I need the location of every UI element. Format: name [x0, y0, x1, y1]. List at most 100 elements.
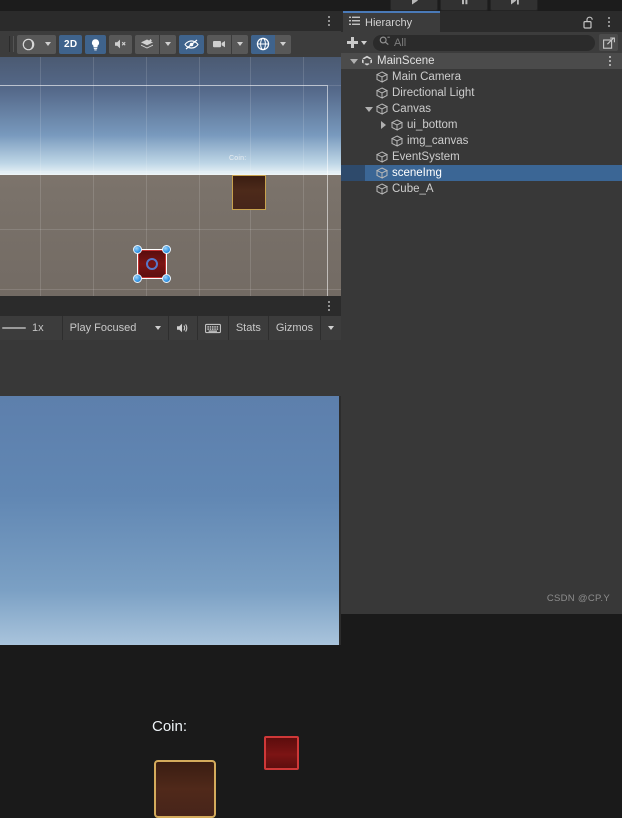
hierarchy-row-label: Canvas — [392, 103, 431, 115]
padlock-open-icon[interactable] — [583, 16, 594, 32]
toolbar-divider — [9, 36, 10, 52]
expand-arrow-icon[interactable] — [347, 58, 360, 64]
effects-dropdown[interactable] — [160, 35, 176, 54]
game-scale-slider[interactable]: 1x — [0, 322, 62, 334]
playmode-controls — [390, 0, 538, 11]
expand-arrow-icon[interactable] — [377, 121, 390, 129]
hierarchy-tree[interactable]: MainScene Main Camera Directional Light Can… — [341, 53, 622, 614]
pause-button[interactable] — [440, 0, 488, 11]
hierarchy-row-label: Cube_A — [392, 183, 434, 195]
scene-tab-row — [0, 11, 341, 31]
hierarchy-row-label: sceneImg — [392, 167, 442, 179]
scale-value-label: 1x — [32, 322, 44, 334]
gameobject-cube-icon — [375, 71, 389, 83]
hierarchy-row-cube-a[interactable]: Cube_A — [341, 181, 622, 197]
gameobject-cube-icon — [375, 151, 389, 163]
scene-coin-label: Coin: — [229, 155, 247, 162]
toggle-2d-button[interactable]: 2D — [59, 34, 83, 54]
toggle-hidden-objects-button[interactable] — [179, 34, 205, 54]
scene-viewport[interactable]: Coin: — [0, 57, 341, 296]
kebab-menu-icon[interactable] — [323, 14, 335, 28]
shaded-sphere-icon[interactable] — [17, 35, 40, 54]
resize-handle-bottom-right[interactable] — [162, 274, 171, 283]
hierarchy-row-main-camera[interactable]: Main Camera — [341, 69, 622, 85]
gameobject-cube-icon — [375, 167, 389, 179]
kebab-menu-icon[interactable] — [323, 299, 335, 313]
hierarchy-row-img-canvas[interactable]: img_canvas — [341, 133, 622, 149]
game-red-image — [264, 736, 299, 770]
scene-gizmos-control[interactable] — [251, 34, 292, 54]
hierarchy-row-sceneimg[interactable]: sceneImg — [341, 165, 622, 181]
scene-panel: 2D Coin: — [0, 11, 341, 296]
hierarchy-row-label: Directional Light — [392, 87, 475, 99]
game-coin-image — [154, 760, 216, 818]
hierarchy-tab-label: Hierarchy — [365, 16, 413, 29]
hierarchy-row-label: MainScene — [377, 55, 435, 67]
chevron-down-icon — [237, 42, 244, 46]
hierarchy-row-label: ui_bottom — [407, 119, 458, 131]
hierarchy-tab-row: Hierarchy — [341, 11, 622, 32]
play-button[interactable] — [390, 0, 438, 11]
search-input[interactable]: All — [373, 34, 595, 51]
game-tab-row — [0, 296, 341, 316]
scene-coin-image[interactable] — [232, 175, 266, 210]
toggle-audio-button[interactable] — [109, 34, 133, 54]
expand-arrow-icon[interactable] — [362, 106, 375, 112]
hierarchy-row-canvas[interactable]: Canvas — [341, 101, 622, 117]
step-button[interactable] — [490, 0, 538, 11]
resize-handle-top-right[interactable] — [162, 245, 171, 254]
hierarchy-row-eventsystem[interactable]: EventSystem — [341, 149, 622, 165]
gameobject-cube-icon — [390, 119, 404, 131]
gameobject-cube-icon — [375, 103, 389, 115]
hierarchy-row-ui-bottom[interactable]: ui_bottom — [341, 117, 622, 133]
mute-audio-button[interactable] — [169, 316, 197, 340]
hierarchy-row-label: img_canvas — [407, 135, 469, 147]
keyboard-icon[interactable] — [198, 316, 228, 340]
scene-view-toolbar: 2D — [0, 31, 341, 57]
hierarchy-menu-icon[interactable] — [604, 15, 614, 28]
scene-selected-object[interactable] — [133, 245, 171, 283]
gizmos-dropdown[interactable] — [321, 316, 341, 340]
selection-indent-strip — [341, 165, 365, 181]
game-viewport[interactable] — [0, 396, 341, 645]
unity-scene-icon — [360, 55, 374, 67]
game-panel-spacer — [0, 340, 341, 396]
scale-slider-track[interactable] — [2, 327, 26, 329]
hierarchy-row-label: EventSystem — [392, 151, 460, 163]
watermark-text: CSDN @CP.Y — [546, 593, 610, 604]
chevron-down-icon — [45, 42, 51, 46]
camera-icon[interactable] — [207, 35, 231, 54]
effects-control[interactable] — [135, 34, 177, 54]
effects-layers-icon[interactable] — [135, 35, 159, 54]
hierarchy-row-directional-light[interactable]: Directional Light — [341, 85, 622, 101]
pivot-handle-icon[interactable] — [146, 258, 158, 270]
shading-mode-control[interactable] — [17, 34, 56, 54]
play-mode-dropdown[interactable]: Play Focused — [63, 316, 168, 340]
hierarchy-search-row: All — [341, 32, 622, 53]
scene-gizmo-icon[interactable] — [251, 34, 276, 54]
hierarchy-list-icon — [349, 16, 360, 29]
unity-editor-window: 2D Coin: 1x Play Focused Stats Gizmos Co… — [0, 0, 622, 818]
camera-dropdown[interactable] — [232, 35, 248, 54]
gizmos-dropdown[interactable] — [275, 35, 291, 54]
resize-handle-bottom-left[interactable] — [133, 274, 142, 283]
chevron-down-icon — [280, 42, 287, 46]
resize-handle-top-left[interactable] — [133, 245, 142, 254]
scene-camera-control[interactable] — [207, 34, 249, 54]
tab-hierarchy[interactable]: Hierarchy — [343, 11, 440, 32]
gameobject-cube-icon — [375, 183, 389, 195]
hierarchy-row-mainscene[interactable]: MainScene — [341, 53, 622, 69]
add-object-button[interactable] — [345, 34, 369, 51]
toggle-lighting-button[interactable] — [85, 34, 107, 54]
chevron-down-icon — [155, 326, 162, 330]
shading-mode-dropdown[interactable] — [40, 35, 56, 54]
plus-icon — [347, 37, 358, 48]
gameobject-cube-icon — [375, 87, 389, 99]
chevron-down-icon — [165, 42, 172, 46]
left-column: 2D Coin: 1x Play Focused Stats Gizmos Co… — [0, 11, 341, 818]
stats-toggle[interactable]: Stats — [229, 316, 268, 340]
gizmos-toggle[interactable]: Gizmos — [269, 316, 320, 340]
scene-row-menu-icon[interactable] — [605, 55, 615, 67]
expand-search-icon[interactable] — [599, 34, 618, 51]
game-view-toolbar: 1x Play Focused Stats Gizmos — [0, 316, 341, 340]
